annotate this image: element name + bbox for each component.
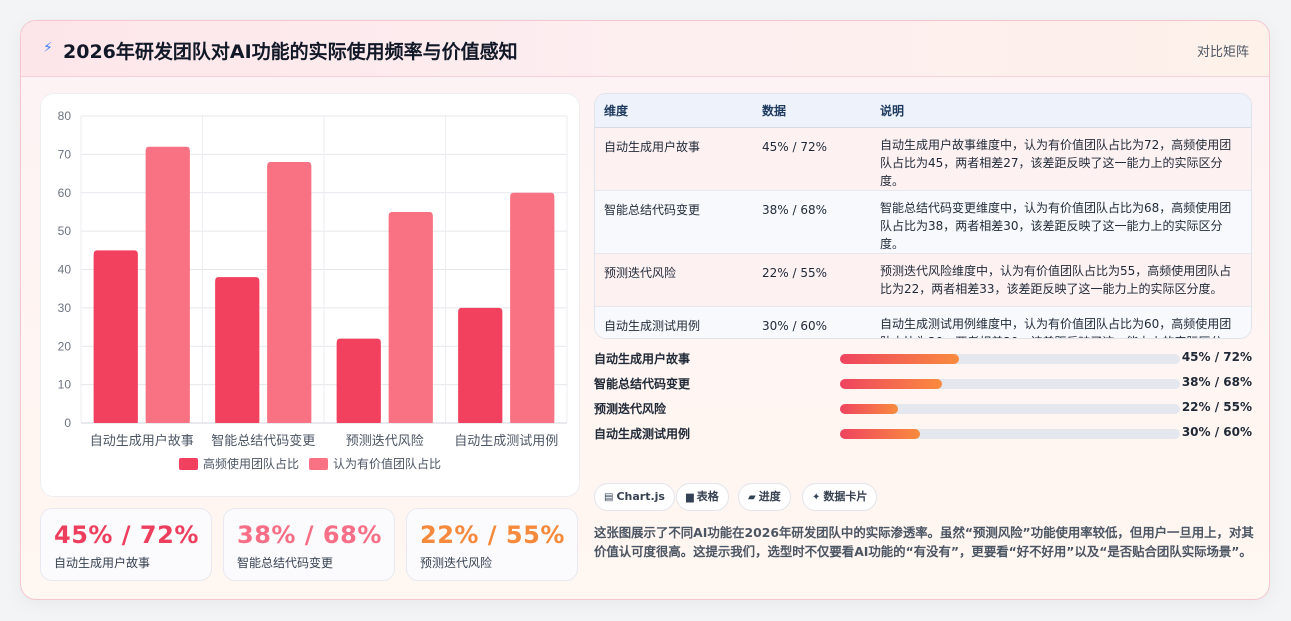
data-table-panel: 维度 数据 说明 自动生成用户故事 45% / 72% 自动生成用户故事维度中，… [594,93,1252,339]
y-tick-label: 60 [58,186,72,200]
tag-label: Chart.js [616,490,665,503]
progress-value: 38% / 68% [1181,375,1252,389]
kpi-label: 智能总结代码变更 [237,556,334,570]
summary-text: 这张图展示了不同AI功能在2026年研发团队中的实际渗透率。虽然“预测风险”功能… [594,525,1254,559]
table-cell-data: 22% / 55% [753,253,871,307]
table-cell-note: 自动生成测试用例维度中，认为有价值团队占比为60，高频使用团队占比为30，两者相… [880,316,1232,339]
bar-body [336,342,381,423]
progress-value: 22% / 55% [1181,400,1252,414]
dashboard-card: ⚡ 2026年研发团队对AI功能的实际使用频率与价值感知 对比矩阵 0 10 20 3… [20,20,1270,600]
tag-label: 进度 [758,490,781,503]
progress-row: 智能总结代码变更 38% / 68% [594,374,1254,392]
table-cell-note: 智能总结代码变更维度中，认为有价值团队占比为68，高频使用团队占比为38，两者相… [871,190,1251,254]
x-tick-label: 自动生成用户故事 [90,433,194,449]
kpi-value: 45% / 72% [54,521,199,549]
bar-body [215,281,260,423]
table-cell-note: 预测迭代风险维度中，认为有价值团队占比为55，高频使用团队占比为22，两者相差3… [871,253,1251,307]
x-tick-label: 智能总结代码变更 [211,433,315,449]
card-header: ⚡ 2026年研发团队对AI功能的实际使用频率与价值感知 对比矩阵 [21,21,1269,77]
y-tick-label: 20 [58,339,72,353]
tag-4[interactable]: ✦ 数据卡片 [802,483,878,511]
progress-label: 预测迭代风险 [594,402,667,416]
legend-swatch [309,458,328,470]
kpi-card: 38% / 68% 智能总结代码变更 [223,508,395,581]
progress-track [840,429,1180,439]
kpi-card: 22% / 55% 预测迭代风险 [406,508,578,581]
page-title: 2026年研发团队对AI功能的实际使用频率与价值感知 [63,41,518,63]
table-row: 智能总结代码变更 38% / 68% 智能总结代码变更维度中，认为有价值团队占比… [595,190,1251,254]
table-icon: ▤ [604,492,614,503]
table-header-data: 数据 [753,94,871,128]
table-cell-dimension: 智能总结代码变更 [595,190,753,254]
tag-label: 表格 [696,490,719,503]
kpi-label: 自动生成用户故事 [54,556,151,570]
legend-label: 认为有价值团队占比 [333,456,441,471]
progress-value: 45% / 72% [1181,350,1252,364]
bar-chart-panel: 0 10 20 30 40 50 60 70 80 自动生成用户故事 智能总结代码变更 预测迭代风险 自… [40,93,580,497]
table-cell-note: 自动生成用户故事维度中，认为有价值团队占比为72，高频使用团队占比为45，两者相… [871,127,1251,191]
progress-row: 预测迭代风险 22% / 55% [594,399,1254,417]
tag-3[interactable]: ▰ 进度 [738,483,791,511]
progress-track [840,404,1180,414]
x-tick-label: 自动生成测试用例 [454,434,558,449]
progress-track [840,354,1180,364]
data-table: 维度 数据 说明 自动生成用户故事 45% / 72% 自动生成用户故事维度中，… [595,94,1251,339]
table-cell-dimension: 自动生成用户故事 [595,127,753,191]
bar-body [145,150,190,423]
y-tick-label: 80 [58,109,72,123]
progress-fill [840,354,959,364]
table-cell-data: 30% / 60% [762,318,828,333]
progress-track [840,379,1180,389]
tag-1[interactable]: ▤ Chart.js [594,483,675,511]
bar-body [458,311,503,423]
progress-icon: ▰ [748,492,756,503]
table-cell-dimension: 预测迭代风险 [595,253,753,307]
y-tick-label: 40 [58,263,72,277]
x-tick-label: 预测迭代风险 [346,434,424,449]
bar-body [93,254,138,423]
kpi-value: 22% / 55% [420,521,565,549]
y-tick-label: 30 [58,301,72,315]
tag-2[interactable]: ▆ 表格 [676,483,729,511]
table-row: 自动生成用户故事 45% / 72% 自动生成用户故事维度中，认为有价值团队占比… [595,127,1251,191]
table-cell-dimension: 自动生成测试用例 [604,318,701,333]
progress-row: 自动生成测试用例 30% / 60% [594,424,1254,442]
y-tick-label: 70 [58,147,72,161]
table-header-note: 说明 [871,94,1251,128]
table-cell-data: 38% / 68% [753,190,871,254]
y-tick-label: 50 [58,224,72,238]
progress-fill [840,429,920,439]
bar-body [388,215,433,423]
kpi-label: 预测迭代风险 [420,556,493,570]
progress-value: 30% / 60% [1181,425,1252,439]
progress-row: 自动生成用户故事 45% / 72% [594,349,1254,367]
table-row: 预测迭代风险 22% / 55% 预测迭代风险维度中，认为有价值团队占比为55，… [595,253,1251,307]
progress-label: 自动生成用户故事 [594,352,691,366]
progress-fill [840,379,942,389]
sparkle-icon: ✦ [812,492,821,503]
table-header-row: 维度 数据 说明 [595,94,1251,128]
tag-label: 数据卡片 [823,490,868,503]
progress-label: 自动生成测试用例 [594,427,691,441]
view-label[interactable]: 对比矩阵 [1197,41,1249,60]
grid-icon: ▆ [686,492,694,503]
bar-body [267,166,312,424]
y-tick-label: 0 [64,416,71,430]
table-header-dimension: 维度 [595,94,753,128]
table-cell-data: 45% / 72% [753,127,871,191]
table-row: 自动生成测试用例 30% / 60% 自动生成测试用例维度中，认为有价值团队占比… [595,306,1251,339]
bar-body [510,196,555,423]
legend-swatch [179,458,198,470]
bar-chart: 0 10 20 30 40 50 60 70 80 自动生成用户故事 智能总结代码变更 预测迭代风险 自… [58,109,568,471]
kpi-card: 45% / 72% 自动生成用户故事 [40,508,212,581]
lightning-icon: ⚡ [43,40,53,56]
kpi-value: 38% / 68% [237,521,382,549]
progress-label: 智能总结代码变更 [594,377,691,391]
legend-label: 高频使用团队占比 [203,456,299,471]
y-tick-label: 10 [58,378,72,392]
progress-fill [840,404,898,414]
